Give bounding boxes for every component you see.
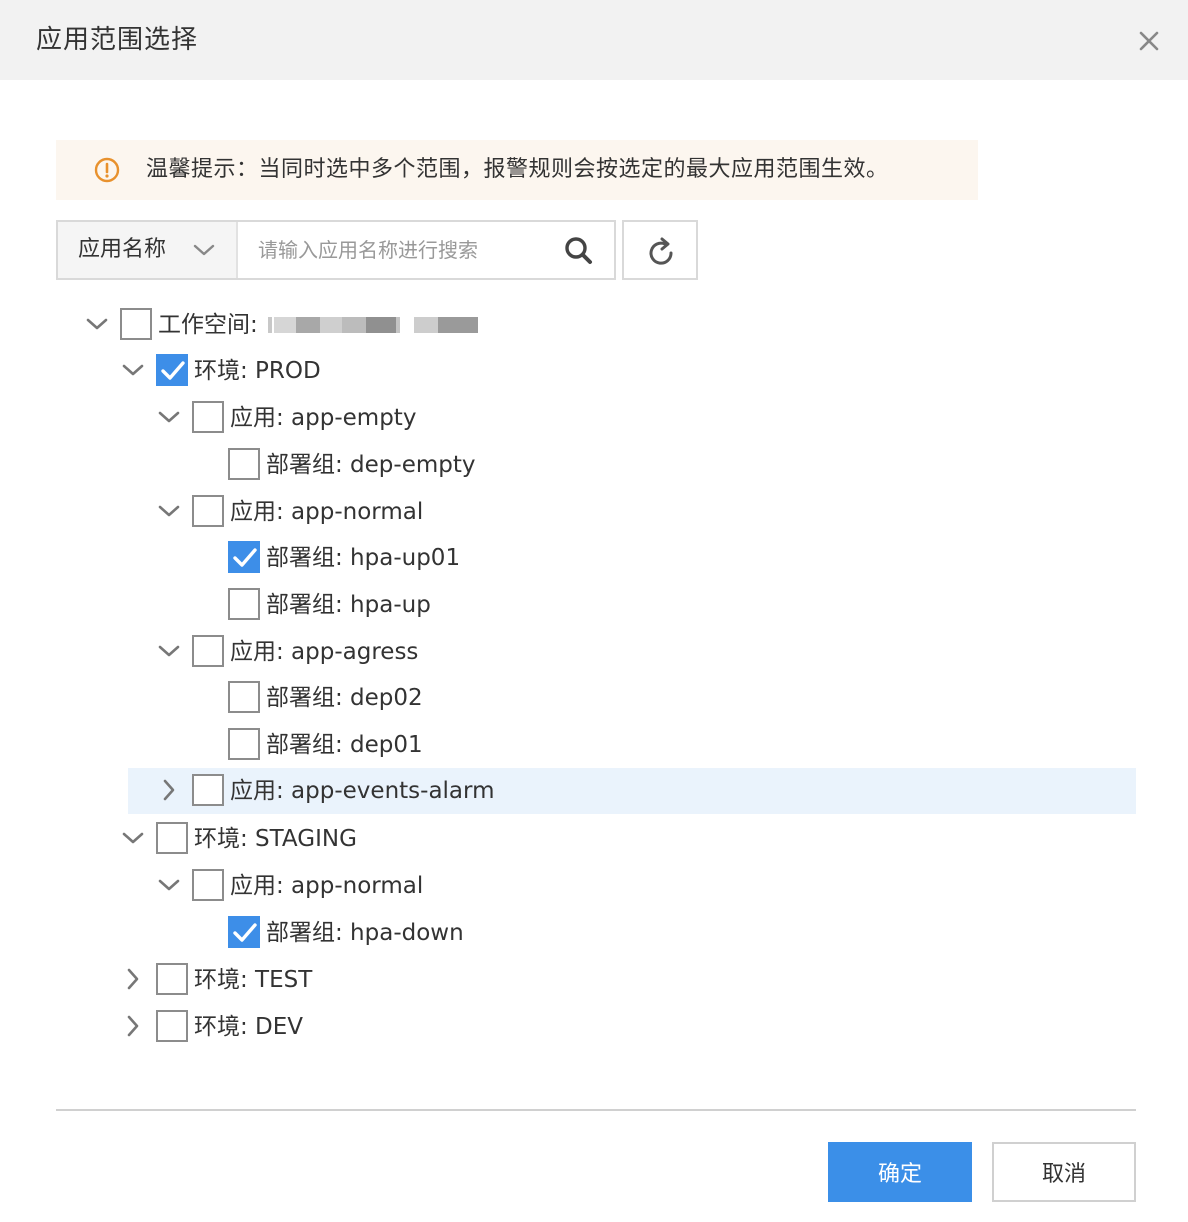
tree-node-label: 部署组: dep01 <box>266 732 423 758</box>
tree-node-label: 环境: TEST <box>194 967 313 993</box>
tree-node-deploy-group[interactable]: 部署组: hpa-up <box>0 582 1188 628</box>
tree-node-workspace[interactable]: 工作空间: <box>0 302 1188 348</box>
redacted-text <box>396 317 400 333</box>
checkbox[interactable] <box>192 635 224 667</box>
checkbox[interactable] <box>120 308 152 340</box>
dialog-header: 应用范围选择 <box>0 0 1188 80</box>
search-input[interactable] <box>240 222 550 278</box>
chevron-down-icon[interactable] <box>84 311 110 337</box>
redacted-text <box>274 317 296 333</box>
footer-divider <box>56 1109 1136 1111</box>
tree-node-label: 部署组: hpa-down <box>266 920 464 946</box>
warning-circle-icon <box>94 157 120 183</box>
search-type-label: 应用名称 <box>78 237 167 262</box>
redacted-text <box>438 317 478 333</box>
tree-node-label: 环境: STAGING <box>194 826 357 852</box>
checkbox[interactable] <box>156 354 188 386</box>
tree-node-env[interactable]: 环境: PROD <box>0 348 1188 394</box>
tree-node-deploy-group[interactable]: 部署组: hpa-down <box>0 910 1188 956</box>
warning-tip: 温馨提示：当同时选中多个范围，报警规则会按选定的最大应用范围生效。 <box>56 140 978 200</box>
tree-node-label: 部署组: dep-empty <box>266 452 476 478</box>
chevron-down-icon[interactable] <box>120 357 146 383</box>
checkbox[interactable] <box>228 681 260 713</box>
tip-text: 温馨提示：当同时选中多个范围，报警规则会按选定的最大应用范围生效。 <box>146 157 889 182</box>
checkbox[interactable] <box>228 588 260 620</box>
tree-node-app[interactable]: 应用: app-events-alarm <box>128 768 1136 814</box>
checkbox[interactable] <box>192 869 224 901</box>
checkbox[interactable] <box>156 963 188 995</box>
tree-node-label: 环境: PROD <box>194 358 321 384</box>
tree-node-app[interactable]: 应用: app-agress <box>0 629 1188 675</box>
search-type-select[interactable]: 应用名称 <box>58 222 238 278</box>
refresh-icon <box>649 237 673 265</box>
checkbox[interactable] <box>228 916 260 948</box>
checkbox[interactable] <box>156 1010 188 1042</box>
tree-node-label: 应用: app-empty <box>230 405 417 431</box>
tree-node-label: 应用: app-normal <box>230 873 424 899</box>
redacted-text <box>366 317 396 333</box>
tree-node-label: 应用: app-events-alarm <box>230 778 495 804</box>
dialog-title: 应用范围选择 <box>36 25 199 55</box>
tree-node-app[interactable]: 应用: app-empty <box>0 395 1188 441</box>
chevron-down-icon[interactable] <box>156 638 182 664</box>
search-icon[interactable] <box>562 234 596 268</box>
tree-node-label: 环境: DEV <box>194 1014 304 1040</box>
tree-node-env[interactable]: 环境: TEST <box>0 957 1188 1003</box>
tree-node-label: 部署组: hpa-up01 <box>266 545 461 571</box>
tree-node-env[interactable]: 环境: STAGING <box>0 816 1188 862</box>
chevron-down-icon <box>192 240 216 260</box>
checkbox[interactable] <box>228 541 260 573</box>
tree-node-app[interactable]: 应用: app-normal <box>0 489 1188 535</box>
redacted-text <box>320 317 342 333</box>
checkbox[interactable] <box>228 728 260 760</box>
checkbox[interactable] <box>192 401 224 433</box>
tree-node-app[interactable]: 应用: app-normal <box>0 863 1188 909</box>
redacted-text <box>342 317 366 333</box>
tree-node-env[interactable]: 环境: DEV <box>0 1004 1188 1050</box>
chevron-down-icon[interactable] <box>156 404 182 430</box>
chevron-right-icon[interactable] <box>120 966 146 992</box>
redacted-text <box>414 317 438 333</box>
chevron-down-icon[interactable] <box>156 872 182 898</box>
tree-node-label: 工作空间: <box>158 312 258 338</box>
chevron-right-icon[interactable] <box>120 1013 146 1039</box>
tree-node-deploy-group[interactable]: 部署组: hpa-up01 <box>0 535 1188 581</box>
tree-node-label: 应用: app-agress <box>230 639 419 665</box>
search-box: 应用名称 <box>56 220 616 280</box>
tree-node-label: 部署组: dep02 <box>266 685 423 711</box>
tree-node-label: 应用: app-normal <box>230 499 424 525</box>
checkbox[interactable] <box>192 774 224 806</box>
tree-node-deploy-group[interactable]: 部署组: dep02 <box>0 675 1188 721</box>
cancel-button[interactable]: 取消 <box>992 1142 1136 1202</box>
checkbox[interactable] <box>192 495 224 527</box>
refresh-button[interactable] <box>622 220 698 280</box>
checkbox[interactable] <box>228 448 260 480</box>
tree-node-label: 部署组: hpa-up <box>266 592 431 618</box>
tree-node-deploy-group[interactable]: 部署组: dep01 <box>0 722 1188 768</box>
redacted-text <box>296 317 320 333</box>
chevron-down-icon[interactable] <box>156 498 182 524</box>
chevron-right-icon[interactable] <box>156 777 182 803</box>
close-icon[interactable] <box>1134 26 1164 56</box>
chevron-down-icon[interactable] <box>120 825 146 851</box>
checkbox[interactable] <box>156 822 188 854</box>
ok-button[interactable]: 确定 <box>828 1142 972 1202</box>
tree-node-deploy-group[interactable]: 部署组: dep-empty <box>0 442 1188 488</box>
redacted-text <box>268 317 272 333</box>
